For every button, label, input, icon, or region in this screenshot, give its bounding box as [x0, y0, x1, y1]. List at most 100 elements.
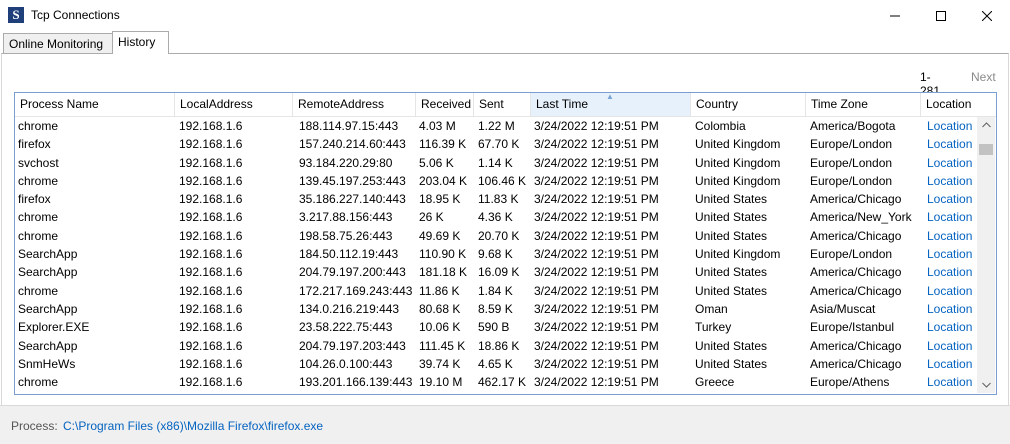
table-row[interactable]: Explorer.EXE 192.168.1.6 23.58.222.75:443 1… — [15, 318, 977, 336]
table-row[interactable]: firefox 192.168.1.6 35.186.227.140:443 18.9… — [15, 190, 977, 208]
cell-remote-address: 157.240.214.60:443 — [299, 137, 406, 152]
column-header-local-address[interactable]: LocalAddress — [175, 93, 293, 116]
cell-process-name: Explorer.EXE — [18, 320, 90, 335]
location-link[interactable]: Location — [924, 318, 972, 336]
cell-country: United Kingdom — [695, 247, 781, 262]
cell-last-time: 3/24/2022 12:19:51 PM — [534, 356, 659, 371]
tab-strip: Online Monitoring History — [0, 31, 1010, 54]
cell-received: 26 K — [419, 210, 444, 225]
cell-country: Greece — [695, 375, 735, 390]
tab-history[interactable]: History — [112, 31, 169, 54]
grid-rows: chrome 192.168.1.6 188.114.97.15:443 4.03 M… — [15, 117, 977, 391]
tab-online-monitoring[interactable]: Online Monitoring — [3, 33, 117, 54]
cell-remote-address: 172.217.169.243:443 — [299, 283, 413, 298]
table-row[interactable]: SearchApp 192.168.1.6 204.79.197.203:443 11… — [15, 337, 977, 355]
column-header-remote-address[interactable]: RemoteAddress — [293, 93, 416, 116]
table-row[interactable]: SearchApp 192.168.1.6 204.79.197.200:443 18… — [15, 263, 977, 281]
scroll-up-button[interactable] — [977, 117, 995, 133]
cell-remote-address: 198.58.75.26:443 — [299, 228, 393, 243]
cell-process-name: SearchApp — [18, 265, 78, 280]
table-row[interactable]: svchost 192.168.1.6 93.184.220.29:80 5.06 K… — [15, 154, 977, 172]
location-link[interactable]: Location — [924, 263, 972, 281]
vertical-scrollbar[interactable] — [977, 117, 995, 393]
cell-time-zone: America/Chicago — [810, 283, 902, 298]
title-bar: S Tcp Connections — [0, 0, 1010, 31]
cell-sent: 1.14 K — [478, 155, 513, 170]
cell-sent: 1.84 K — [478, 283, 513, 298]
location-link[interactable]: Location — [924, 172, 972, 190]
location-link[interactable]: Location — [924, 135, 972, 153]
cell-time-zone: Europe/Istanbul — [810, 320, 895, 335]
cell-time-zone: Europe/London — [810, 137, 893, 152]
location-link[interactable]: Location — [924, 190, 972, 208]
cell-country: United States — [695, 192, 768, 207]
status-bar: Process: C:\Program Files (x86)\Mozilla … — [0, 405, 1010, 444]
cell-sent: 18.86 K — [478, 338, 520, 353]
cell-local-address: 192.168.1.6 — [179, 228, 243, 243]
cell-country: United States — [695, 356, 768, 371]
table-row[interactable]: chrome 192.168.1.6 139.45.197.253:443 203.0… — [15, 172, 977, 190]
table-row[interactable]: SearchApp 192.168.1.6 184.50.112.19:443 110… — [15, 245, 977, 263]
cell-last-time: 3/24/2022 12:19:51 PM — [534, 119, 659, 133]
column-header-time-zone[interactable]: Time Zone — [806, 93, 921, 116]
column-header-received[interactable]: Received — [416, 93, 474, 116]
table-row[interactable]: chrome 192.168.1.6 198.58.75.26:443 49.69 K… — [15, 227, 977, 245]
cell-process-name: firefox — [18, 192, 51, 207]
cell-sent: 106.46 K — [478, 173, 527, 188]
cell-sent: 67.70 K — [478, 137, 520, 152]
cell-sent: 1.22 M — [478, 119, 515, 133]
scroll-down-button[interactable] — [977, 377, 995, 393]
column-header-sent[interactable]: Sent — [474, 93, 531, 116]
cell-last-time: 3/24/2022 12:19:51 PM — [534, 137, 659, 152]
table-row[interactable]: SearchApp 192.168.1.6 134.0.216.219:443 80.… — [15, 300, 977, 318]
scroll-thumb[interactable] — [979, 144, 993, 155]
cell-received: 18.95 K — [419, 192, 461, 207]
cell-country: United States — [695, 265, 768, 280]
cell-local-address: 192.168.1.6 — [179, 137, 243, 152]
column-header-process-name[interactable]: Process Name — [15, 93, 175, 116]
location-link[interactable]: Location — [924, 208, 972, 226]
cell-process-name: firefox — [18, 137, 51, 152]
location-link[interactable]: Location — [924, 282, 972, 300]
table-row[interactable]: firefox 192.168.1.6 157.240.214.60:443 116.… — [15, 135, 977, 153]
cell-country: Colombia — [695, 119, 746, 133]
column-header-last-time[interactable]: ▲ Last Time — [531, 93, 691, 116]
cell-received: 11.86 K — [419, 283, 460, 298]
cell-time-zone: America/Chicago — [810, 192, 902, 207]
location-link[interactable]: Location — [924, 355, 972, 373]
next-page-button[interactable]: Next — [971, 70, 996, 84]
table-row[interactable]: chrome 192.168.1.6 3.217.88.156:443 26 K 4.3… — [15, 208, 977, 226]
grid-header: Process Name LocalAddress RemoteAddress … — [15, 93, 996, 117]
column-header-last-time-label: Last Time — [536, 97, 589, 111]
cell-last-time: 3/24/2022 12:19:51 PM — [534, 192, 659, 207]
column-header-location[interactable]: Location — [921, 93, 996, 116]
location-link[interactable]: Location — [924, 337, 972, 355]
table-row[interactable]: chrome 192.168.1.6 172.217.169.243:443 11.8… — [15, 282, 977, 300]
minimize-button[interactable] — [872, 0, 918, 31]
table-row[interactable]: SnmHeWs 192.168.1.6 104.26.0.100:443 39.74 … — [15, 355, 977, 373]
chevron-up-icon — [981, 122, 991, 128]
cell-time-zone: Europe/London — [810, 247, 893, 262]
location-link[interactable]: Location — [924, 117, 972, 135]
cell-local-address: 192.168.1.6 — [179, 155, 243, 170]
cell-process-name: SearchApp — [18, 338, 78, 353]
maximize-button[interactable] — [918, 0, 964, 31]
table-row[interactable]: chrome 192.168.1.6 188.114.97.15:443 4.03 M… — [15, 117, 977, 135]
location-link[interactable]: Location — [924, 227, 972, 245]
cell-process-name: SearchApp — [18, 301, 78, 316]
cell-last-time: 3/24/2022 12:19:51 PM — [534, 301, 659, 316]
cell-received: 203.04 K — [419, 173, 468, 188]
location-link[interactable]: Location — [924, 245, 972, 263]
close-button[interactable] — [964, 0, 1010, 31]
location-link[interactable]: Location — [924, 154, 972, 172]
location-link[interactable]: Location — [924, 373, 972, 391]
cell-received: 110.90 K — [419, 247, 467, 262]
cell-local-address: 192.168.1.6 — [179, 356, 243, 371]
location-link[interactable]: Location — [924, 300, 972, 318]
cell-received: 181.18 K — [419, 265, 468, 280]
cell-last-time: 3/24/2022 12:19:51 PM — [534, 210, 659, 225]
table-row[interactable]: chrome 192.168.1.6 193.201.166.139:443 19.1… — [15, 373, 977, 391]
cell-time-zone: America/Chicago — [810, 228, 902, 243]
process-path-link[interactable]: C:\Program Files (x86)\Mozilla Firefox\f… — [63, 419, 323, 433]
column-header-country[interactable]: Country — [691, 93, 806, 116]
